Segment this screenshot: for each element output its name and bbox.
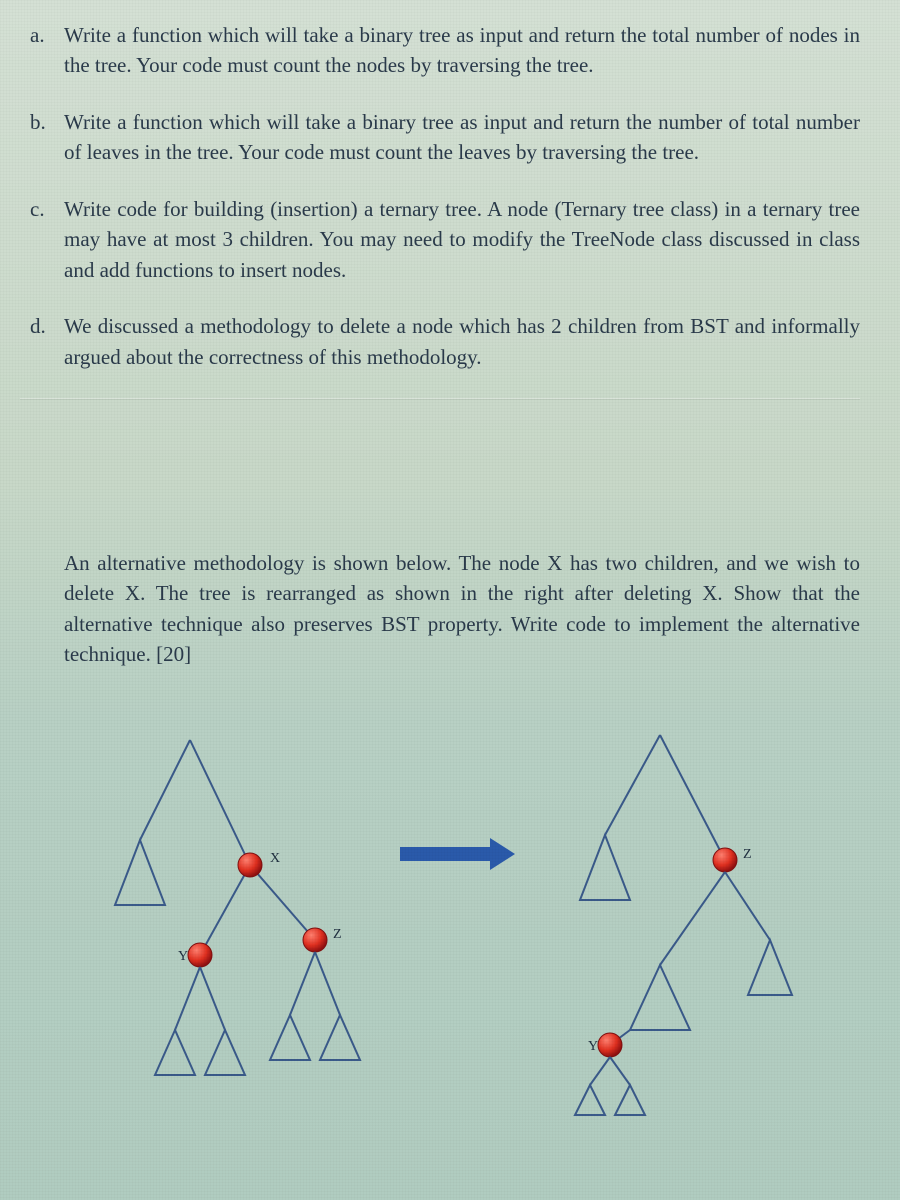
marker-b: b. bbox=[20, 107, 64, 168]
label-y-right: Y bbox=[588, 1039, 598, 1054]
edge bbox=[605, 735, 660, 835]
edge bbox=[250, 865, 315, 940]
subtree-triangle bbox=[270, 1015, 310, 1060]
node-z-right bbox=[713, 848, 737, 872]
edge bbox=[315, 952, 340, 1015]
edge bbox=[590, 1057, 610, 1085]
marker-c: c. bbox=[20, 194, 64, 285]
node-x bbox=[238, 853, 262, 877]
tree-diagram-svg: X Y Z Z Y bbox=[60, 710, 820, 1090]
node-y-right bbox=[598, 1033, 622, 1057]
node-z bbox=[303, 928, 327, 952]
text-c: Write code for building (insertion) a te… bbox=[64, 194, 860, 285]
subtree-triangle bbox=[155, 1030, 195, 1075]
edge bbox=[610, 1057, 630, 1085]
question-b: b. Write a function which will take a bi… bbox=[20, 107, 860, 168]
left-tree: X Y Z bbox=[115, 740, 360, 1075]
subtree-triangle bbox=[580, 835, 630, 900]
edge bbox=[200, 865, 250, 955]
label-z-right: Z bbox=[743, 847, 752, 862]
label-x: X bbox=[270, 851, 280, 866]
question-c: c. Write code for building (insertion) a… bbox=[20, 194, 860, 285]
subtree-triangle bbox=[320, 1015, 360, 1060]
arrow-icon bbox=[400, 838, 515, 870]
blank-gap bbox=[20, 398, 860, 548]
alt-marker bbox=[20, 548, 64, 670]
subtree-triangle bbox=[205, 1030, 245, 1075]
subtree-triangle bbox=[115, 840, 165, 905]
ruled-line bbox=[20, 398, 860, 400]
subtree-triangle bbox=[748, 940, 792, 995]
edge bbox=[175, 967, 200, 1030]
subtree-triangle bbox=[575, 1085, 605, 1115]
text-d: We discussed a methodology to delete a n… bbox=[64, 311, 860, 372]
marker-d: d. bbox=[20, 311, 64, 372]
right-tree: Z Y bbox=[575, 735, 792, 1115]
node-y bbox=[188, 943, 212, 967]
question-d: d. We discussed a methodology to delete … bbox=[20, 311, 860, 372]
text-b: Write a function which will take a binar… bbox=[64, 107, 860, 168]
text-a: Write a function which will take a binar… bbox=[64, 20, 860, 81]
alt-paragraph: An alternative methodology is shown belo… bbox=[20, 548, 860, 670]
label-z: Z bbox=[333, 927, 342, 942]
edge bbox=[200, 967, 225, 1030]
edge bbox=[660, 735, 725, 860]
edge bbox=[725, 872, 770, 940]
marker-a: a. bbox=[20, 20, 64, 81]
edge bbox=[190, 740, 250, 865]
alt-text: An alternative methodology is shown belo… bbox=[64, 548, 860, 670]
edge bbox=[660, 872, 725, 965]
edge bbox=[140, 740, 190, 840]
edge bbox=[290, 952, 315, 1015]
question-a: a. Write a function which will take a bi… bbox=[20, 20, 860, 81]
diagram: X Y Z Z Y bbox=[20, 710, 860, 1090]
label-y: Y bbox=[178, 949, 188, 964]
subtree-triangle bbox=[615, 1085, 645, 1115]
subtree-triangle bbox=[630, 965, 690, 1030]
